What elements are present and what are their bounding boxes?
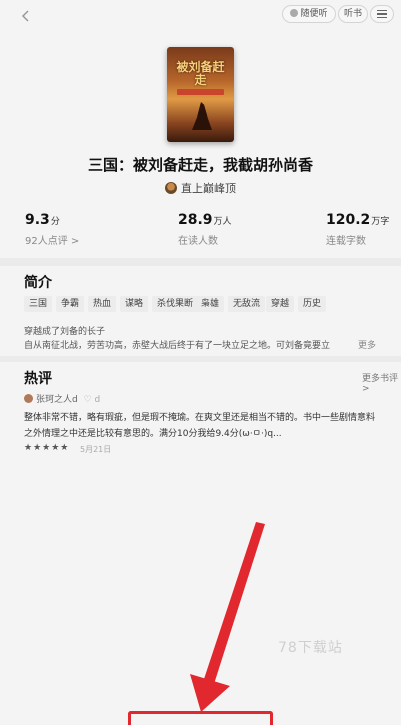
menu-button[interactable] xyxy=(370,5,394,23)
section-divider xyxy=(0,356,401,362)
tag-item[interactable]: 无敌流 xyxy=(228,296,266,312)
reviews-heading: 热评 xyxy=(24,371,52,387)
review-user[interactable]: 张珂之人d ♡ d xyxy=(24,392,100,405)
author-row[interactable]: 直上巅峰顶 xyxy=(0,180,401,196)
tag-item[interactable]: 历史 xyxy=(298,296,327,312)
review-text: 整体非常不错，略有瑕疵，但是瑕不掩瑜。在爽文里还是相当不错的。书中一些剧情意料 xyxy=(24,413,376,423)
tag-list: 三国 争霸 热血 谋略 杀伐果断 枭雄 无敌流 穿越 历史 xyxy=(24,296,384,316)
author-name: 直上巅峰顶 xyxy=(181,182,236,195)
intro-line: 穿越成了刘备的长子 xyxy=(24,327,106,337)
author-avatar xyxy=(165,182,177,194)
rating-value: 9.3分 xyxy=(25,212,60,228)
readers-value: 28.9万人 xyxy=(178,212,232,228)
rating-count-link[interactable]: 92人点评 > xyxy=(25,232,79,247)
section-divider xyxy=(0,258,401,266)
tag-item[interactable]: 穿越 xyxy=(266,296,295,312)
tag-item[interactable]: 热血 xyxy=(88,296,117,312)
words-value: 120.2万字 xyxy=(326,212,390,228)
listen-book-button[interactable]: 听书 xyxy=(338,5,368,23)
tag-item[interactable]: 谋略 xyxy=(120,296,149,312)
watermark: 78下载站 xyxy=(278,640,343,656)
tag-item[interactable]: 三国 xyxy=(24,296,53,312)
review-text: 之外情理之中还是比较有意思的。满分10分我给9.4分(ω·ㅁ·)q... xyxy=(24,429,282,439)
intro-more-link[interactable]: 更多 xyxy=(358,338,376,351)
tag-item[interactable]: 争霸 xyxy=(56,296,85,312)
book-cover[interactable]: 被刘备赶走 xyxy=(167,47,234,142)
tag-item[interactable]: 枭雄 xyxy=(196,296,225,312)
intro-line: 自从南征北战，劳苦功高，赤壁大战后终于有了一块立足之地。可刘备竟要立 xyxy=(24,341,331,351)
cover-banner xyxy=(177,89,224,95)
readers-label: 在读人数 xyxy=(178,236,218,247)
like-icon[interactable]: ♡ d xyxy=(84,395,101,405)
listen-random-button[interactable]: 随便听 xyxy=(282,5,336,23)
more-reviews-link[interactable]: 更多书评 > xyxy=(362,371,401,394)
book-title: 三国：被刘备赶走，我截胡孙尚香 xyxy=(87,156,313,174)
cover-rider-image xyxy=(192,102,212,130)
cover-title: 被刘备赶走 xyxy=(176,60,225,87)
review-date: 5月21日 xyxy=(80,445,112,454)
reviewer-avatar xyxy=(24,394,33,403)
intro-heading: 简介 xyxy=(24,275,52,291)
headphone-icon xyxy=(290,9,299,17)
words-label: 连载字数 xyxy=(326,236,366,247)
menu-icon xyxy=(377,10,387,18)
highlight-box xyxy=(128,711,273,725)
back-arrow-icon[interactable] xyxy=(18,8,34,24)
top-bar: 随便听 听书 xyxy=(0,0,401,32)
tag-item[interactable]: 杀伐果断 xyxy=(152,296,199,312)
review-stars: ★★★★★ xyxy=(24,443,70,453)
